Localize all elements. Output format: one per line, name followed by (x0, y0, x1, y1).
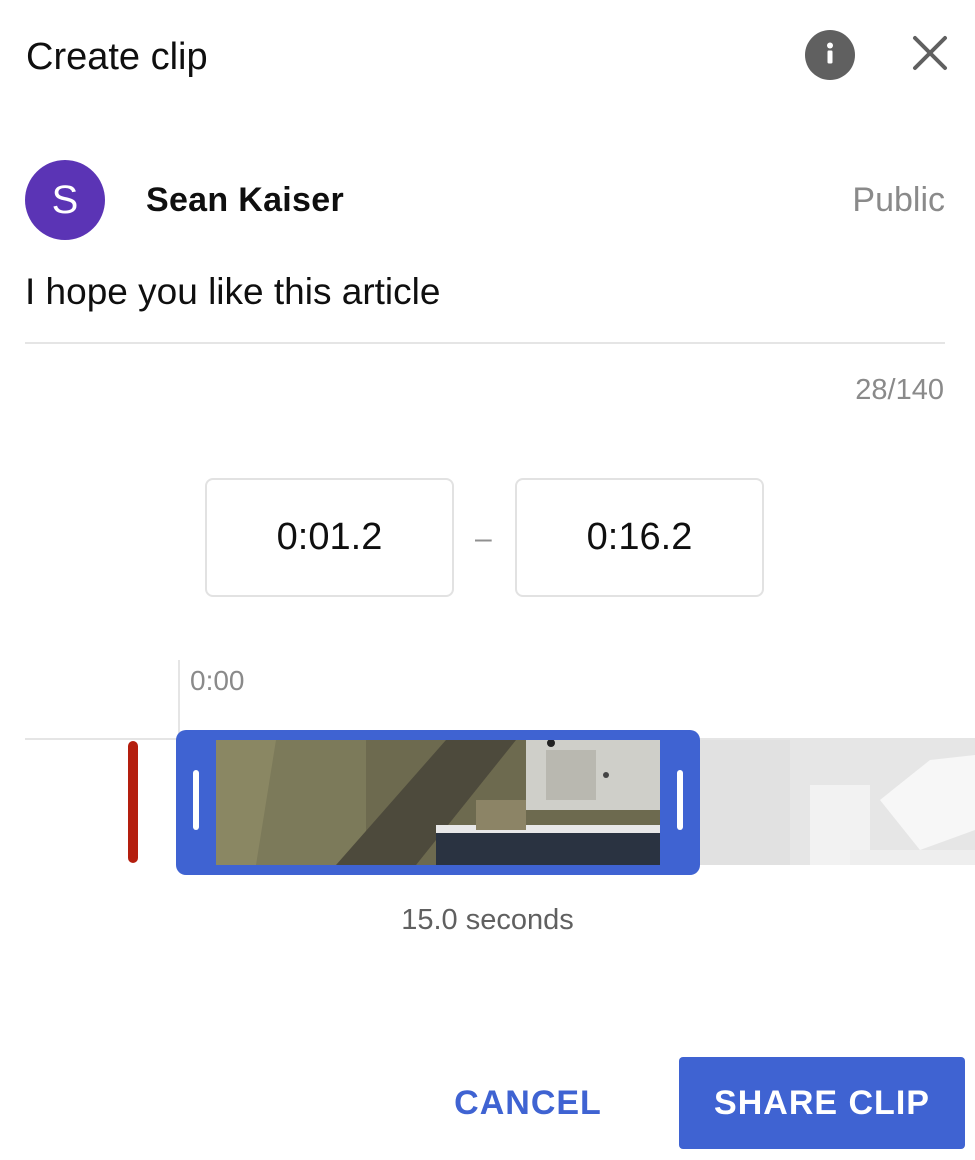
close-button[interactable] (906, 31, 954, 79)
video-frame-thumbnail (216, 740, 660, 865)
cancel-button[interactable]: CANCEL (440, 1057, 616, 1149)
clip-start-time-field[interactable]: 0:01.2 (205, 478, 454, 597)
create-clip-dialog: Create clip S Sean Kaiser Public 28/140 … (0, 0, 975, 1160)
clip-duration-label: 15.0 seconds (401, 904, 574, 936)
timeline-start-tick (178, 660, 180, 738)
timeline-start-label: 0:00 (190, 665, 245, 696)
avatar: S (25, 160, 105, 240)
visibility-label: Public (852, 181, 945, 219)
channel-name: Sean Kaiser (146, 181, 344, 219)
clip-title-input[interactable] (25, 266, 945, 344)
dialog-title: Create clip (26, 36, 208, 78)
close-icon (910, 33, 950, 78)
info-button[interactable] (805, 30, 855, 80)
clip-start-handle[interactable] (193, 770, 199, 830)
clip-end-handle[interactable] (677, 770, 683, 830)
clip-end-time-field[interactable]: 0:16.2 (515, 478, 764, 597)
clip-selection-range[interactable] (176, 730, 700, 875)
time-range-separator: – (475, 522, 492, 555)
share-clip-button[interactable]: SHARE CLIP (679, 1057, 965, 1149)
filmstrip-unselected (700, 740, 975, 865)
playhead[interactable] (128, 741, 138, 863)
info-icon (815, 38, 845, 73)
character-counter: 28/140 (855, 374, 944, 406)
